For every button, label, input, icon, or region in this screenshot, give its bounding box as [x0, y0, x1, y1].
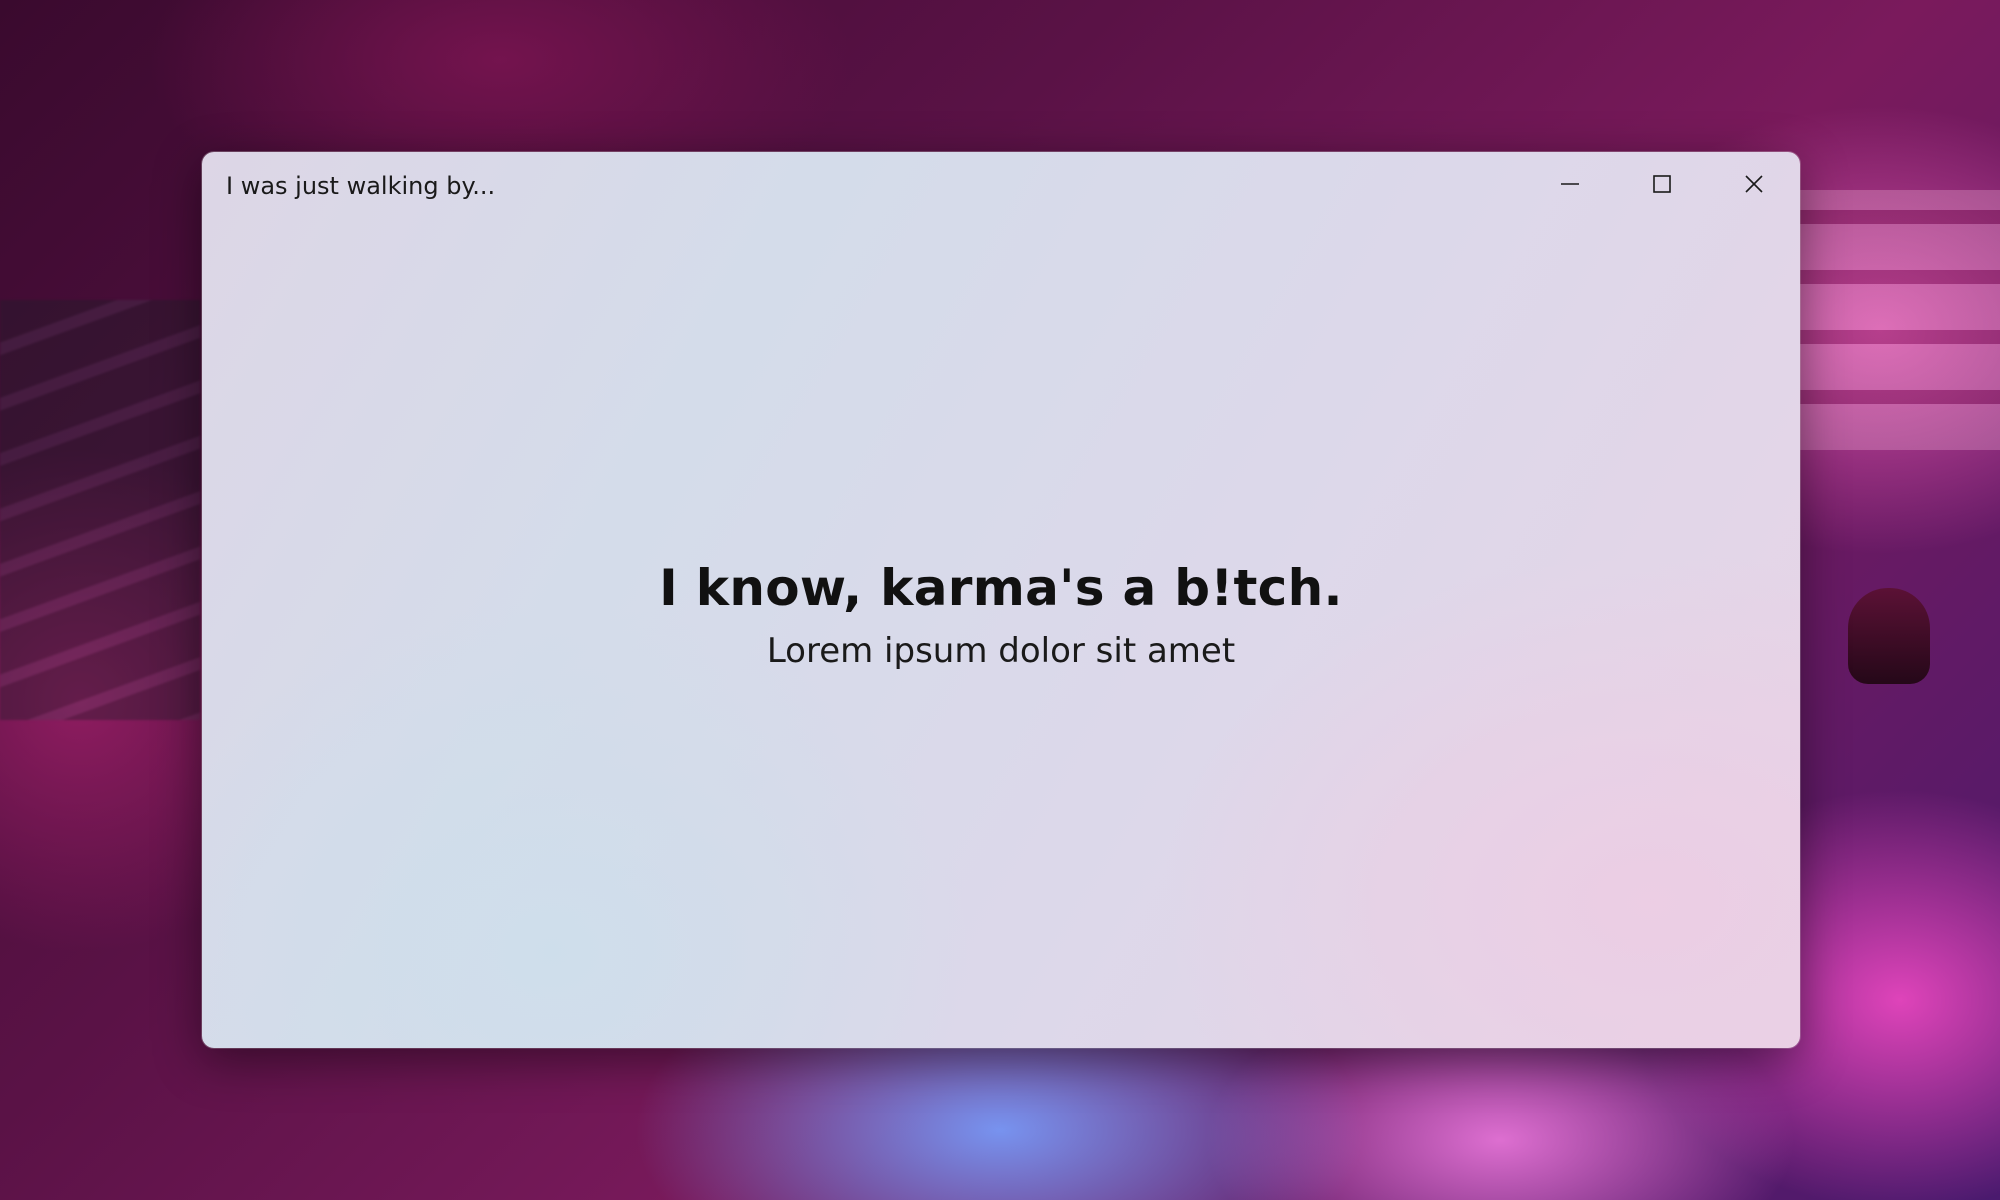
keyboard-background-decoration: [0, 300, 200, 720]
app-window: I was just walking by... I know, karma's…: [202, 152, 1800, 1048]
title-bar[interactable]: I was just walking by...: [202, 152, 1800, 216]
maximize-icon: [1653, 175, 1671, 193]
desktop-background: I was just walking by... I know, karma's…: [0, 0, 2000, 1200]
knob-background-decoration: [1848, 588, 1930, 684]
minimize-icon: [1561, 183, 1579, 185]
close-icon: [1745, 175, 1763, 193]
window-title: I was just walking by...: [226, 172, 496, 200]
window-content: I know, karma's a b!tch. Lorem ipsum dol…: [202, 216, 1800, 1048]
keyboard-background-decoration-right: [1790, 190, 2000, 450]
close-button[interactable]: [1708, 152, 1800, 216]
minimize-button[interactable]: [1524, 152, 1616, 216]
maximize-button[interactable]: [1616, 152, 1708, 216]
headline: I know, karma's a b!tch.: [659, 559, 1343, 617]
subheadline: Lorem ipsum dolor sit amet: [766, 631, 1236, 671]
